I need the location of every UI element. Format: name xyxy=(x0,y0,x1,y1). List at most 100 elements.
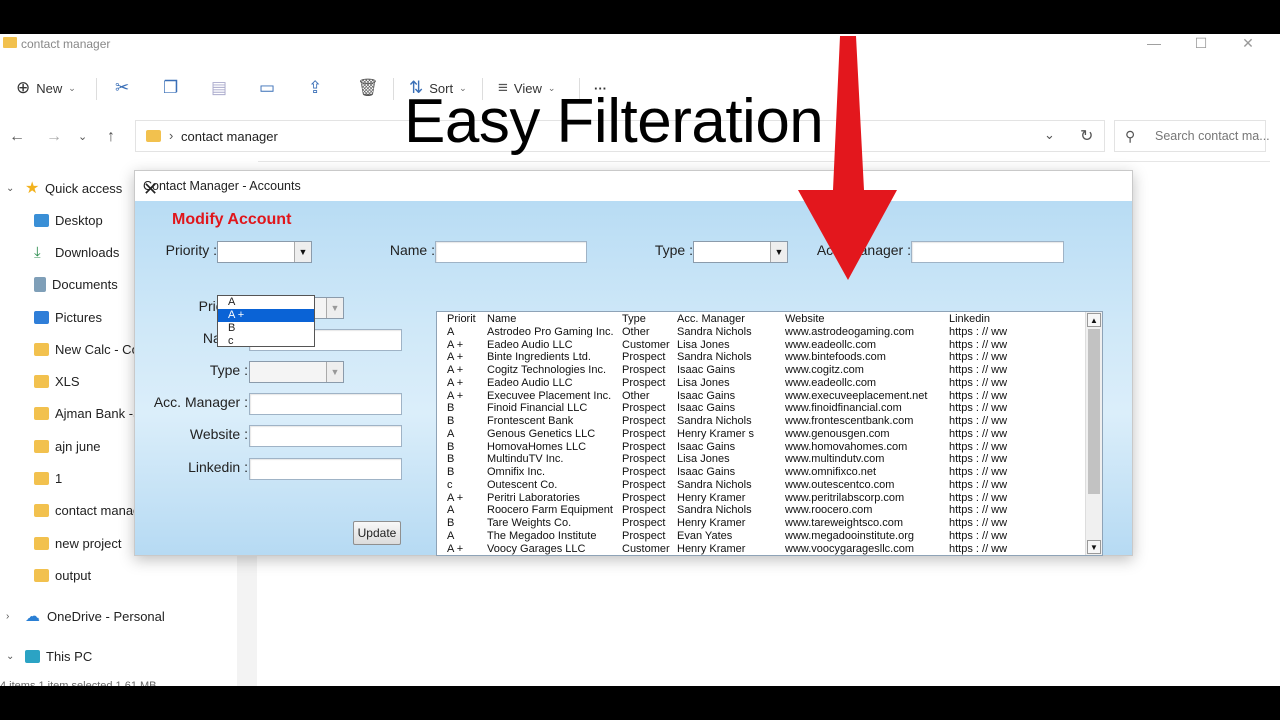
dropdown-arrow-icon[interactable]: ▼ xyxy=(294,242,311,262)
picture-icon xyxy=(34,310,49,324)
column-header: Name xyxy=(487,313,517,325)
acc-manager-field[interactable] xyxy=(249,393,402,415)
scroll-up-icon[interactable]: ▲ xyxy=(1087,313,1101,327)
list-cell: www.frontescentbank.com xyxy=(785,415,914,427)
dropdown-option[interactable]: A xyxy=(218,296,314,309)
copy-button[interactable]: ❐ xyxy=(163,76,178,100)
refresh-icon[interactable]: ↻ xyxy=(1080,126,1093,146)
sidebar-item-label: Desktop xyxy=(55,212,103,228)
sidebar-item-downloads[interactable]: ⤓ Downloads xyxy=(34,239,119,265)
address-path: contact manager xyxy=(181,129,278,144)
list-cell: B xyxy=(447,415,455,427)
type-select[interactable]: ▼ xyxy=(249,361,344,383)
rename-button[interactable]: ▭ xyxy=(259,76,275,100)
list-cell: www.omnifixco.net xyxy=(785,466,877,478)
close-icon[interactable]: ✕ xyxy=(143,179,1122,200)
divider xyxy=(96,78,97,100)
list-cell: https : // ww xyxy=(949,427,1008,440)
expand-chevron-icon: ⌄ xyxy=(6,650,15,662)
filter-acc-manager-input[interactable] xyxy=(911,241,1064,263)
sidebar-item-this-pc[interactable]: ⌄ This PC xyxy=(0,643,92,669)
paste-button[interactable]: ▤ xyxy=(211,76,227,100)
type-label: Type : xyxy=(209,362,248,378)
list-cell: Prospect xyxy=(622,529,666,542)
sidebar-item-desktop[interactable]: Desktop xyxy=(34,207,103,233)
folder-icon xyxy=(3,37,17,48)
sidebar-item-folder[interactable]: 1 xyxy=(34,465,62,491)
sidebar-item-onedrive[interactable]: › ☁ OneDrive - Personal xyxy=(0,603,165,629)
list-cell: www.voocygaragesllc.com xyxy=(785,542,914,555)
back-arrow-icon[interactable]: ← xyxy=(9,128,25,146)
filter-priority-select[interactable]: ▼ xyxy=(217,241,312,263)
sidebar-item-pictures[interactable]: Pictures xyxy=(34,304,102,330)
delete-button[interactable]: 🗑 xyxy=(357,76,379,100)
new-label: New xyxy=(36,80,63,96)
maximize-icon[interactable]: ☐ xyxy=(1178,34,1224,56)
copy-icon: ❐ xyxy=(163,78,179,97)
plus-circle-icon: ⊕ xyxy=(16,78,31,97)
sidebar-item-folder[interactable]: output xyxy=(34,562,91,588)
update-button[interactable]: Update xyxy=(353,521,401,545)
search-placeholder: Search contact ma... xyxy=(1155,129,1270,143)
sidebar-item-folder[interactable]: new project xyxy=(34,530,121,556)
list-cell: Tare Weights Co. xyxy=(487,517,572,529)
list-cell: https : // ww xyxy=(949,542,1008,555)
list-cell: https : // ww xyxy=(949,364,1008,376)
sidebar-item-folder[interactable]: ajn june xyxy=(34,433,101,459)
dropdown-option[interactable]: B xyxy=(218,322,314,335)
dropdown-arrow-icon[interactable]: ▼ xyxy=(326,298,343,318)
cut-button[interactable]: ✂ xyxy=(115,76,129,100)
search-icon: ⚲ xyxy=(1125,128,1136,144)
close-window-icon[interactable]: ✕ xyxy=(1225,34,1271,56)
dropdown-option-selected[interactable]: A + xyxy=(218,309,314,322)
list-cell: The Megadoo Institute xyxy=(487,529,597,542)
dialog-body: Modify Account Priority : ▼ Name : Type … xyxy=(135,201,1132,556)
list-cell: Sandra Nichols xyxy=(677,415,752,427)
search-input[interactable]: ⚲ Search contact ma... xyxy=(1114,120,1270,152)
sidebar-item-label: OneDrive - Personal xyxy=(47,608,165,624)
up-arrow-icon[interactable]: ↑ xyxy=(107,128,115,146)
sidebar-item-folder[interactable]: contact manage xyxy=(34,497,148,523)
explorer-title-bar: contact manager — ☐ ✕ xyxy=(0,34,1270,56)
minimize-icon[interactable]: — xyxy=(1131,34,1177,56)
list-cell: B xyxy=(447,466,455,478)
list-cell: https : // ww xyxy=(949,415,1008,427)
dropdown-option[interactable]: c xyxy=(218,335,314,348)
new-button[interactable]: ⊕ New ⌄ xyxy=(16,76,76,100)
filter-name-input[interactable] xyxy=(435,241,587,263)
website-field[interactable] xyxy=(249,425,402,447)
contact-manager-dialog: Contact Manager - Accounts ✕ Modify Acco… xyxy=(134,170,1133,556)
accounts-list[interactable]: A + Voocy Garages LLC Customer Henry Kramer… xyxy=(436,311,1103,556)
cloud-icon: ☁ xyxy=(25,608,40,625)
list-cell: https : // ww xyxy=(949,338,1008,351)
scroll-down-icon[interactable]: ▼ xyxy=(1087,540,1101,554)
folder-icon xyxy=(34,439,49,453)
list-cell: Roocero Farm Equipment xyxy=(487,504,613,517)
forward-arrow-icon[interactable]: → xyxy=(46,128,62,146)
dropdown-arrow-icon[interactable]: ▼ xyxy=(770,242,787,262)
list-cell: Henry Kramer s xyxy=(677,427,755,440)
chevron-down-icon[interactable]: ⌄ xyxy=(1044,127,1055,143)
linkedin-field[interactable] xyxy=(249,458,402,480)
sidebar-item-folder[interactable]: Ajman Bank -Su xyxy=(34,400,149,426)
acc-manager-label: Acc. Manager : xyxy=(153,394,248,410)
sidebar-item-folder[interactable]: XLS xyxy=(34,368,80,394)
list-cell: Voocy Garages LLC xyxy=(487,542,586,555)
sidebar-item-quick-access[interactable]: ⌄ ★ Quick access xyxy=(0,175,122,201)
dialog-title-bar: Contact Manager - Accounts ✕ xyxy=(135,171,1132,201)
dropdown-arrow-icon[interactable]: ▼ xyxy=(326,362,343,382)
list-cell: Frontescent Bank xyxy=(487,415,574,427)
list-cell: Prospect xyxy=(622,453,666,466)
share-button[interactable]: ⇪ xyxy=(308,76,322,100)
sidebar-item-label: XLS xyxy=(55,373,80,389)
sidebar-item-label: This PC xyxy=(46,648,93,664)
priority-dropdown-list[interactable]: A A + B c xyxy=(217,295,315,347)
sidebar-item-label: Pictures xyxy=(55,309,102,325)
sidebar-item-documents[interactable]: Documents xyxy=(34,271,118,297)
list-scrollbar[interactable]: ▲ ▼ xyxy=(1085,312,1102,555)
list-cell: https : // ww xyxy=(949,466,1008,478)
recent-chevron-icon[interactable]: ⌄ xyxy=(78,130,87,143)
scroll-thumb[interactable] xyxy=(1088,329,1100,494)
sidebar-item-folder[interactable]: New Calc - Cop xyxy=(34,336,146,362)
filter-type-select[interactable]: ▼ xyxy=(693,241,788,263)
